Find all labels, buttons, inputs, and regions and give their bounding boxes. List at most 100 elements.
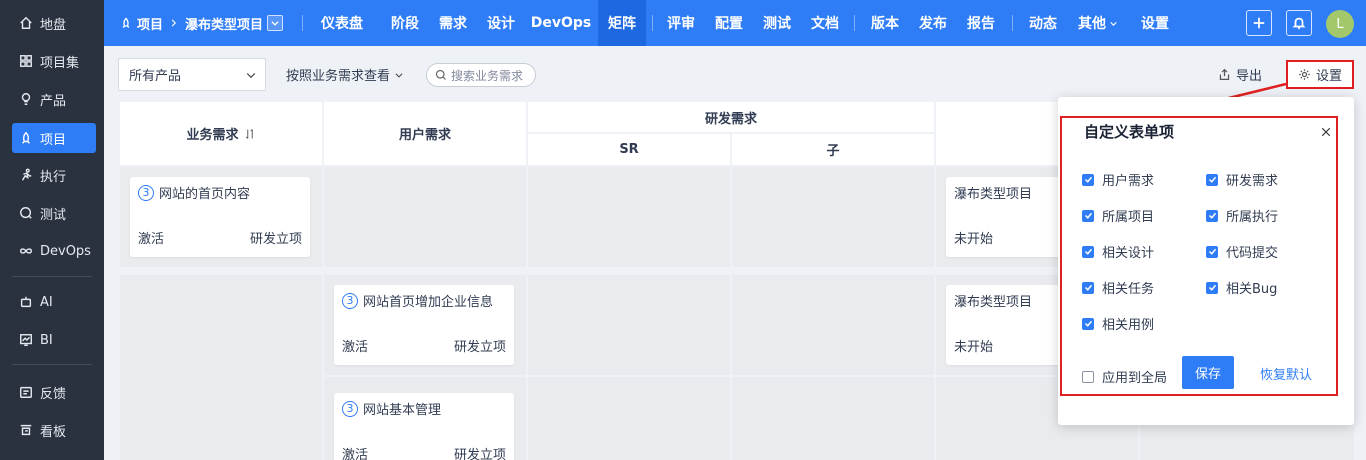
sidebar-divider	[12, 276, 92, 277]
lightbulb-icon	[18, 91, 34, 107]
option-label: 用户需求	[1102, 174, 1155, 189]
checkbox-checked-icon[interactable]	[1206, 173, 1218, 186]
sidebar-item-feedback[interactable]: 反馈	[12, 377, 96, 407]
checkbox-checked-icon[interactable]	[1206, 209, 1218, 222]
create-button[interactable]	[1246, 10, 1272, 36]
sidebar-item-label: 看板	[40, 424, 67, 440]
sort-icon[interactable]	[244, 128, 256, 140]
card-title[interactable]: 3 网站基本管理	[342, 399, 441, 418]
nav-stage[interactable]: 阶段	[386, 0, 424, 46]
card-status: 激活	[342, 340, 369, 355]
option-user-requirement[interactable]: 用户需求	[1082, 170, 1154, 189]
matrix-cell	[324, 167, 526, 267]
requirement-card[interactable]: 3 网站首页增加企业信息 激活 研发立项	[334, 285, 514, 365]
checkbox-checked-icon[interactable]	[1082, 281, 1094, 294]
view-switch-dropdown[interactable]: 按照业务需求查看	[286, 58, 404, 91]
column-header-business[interactable]: 业务需求	[120, 102, 322, 165]
nav-more[interactable]: 其他	[1072, 0, 1124, 46]
breadcrumb-project[interactable]: 瀑布类型项目	[185, 14, 263, 33]
option-case[interactable]: 相关用例	[1082, 314, 1154, 333]
card-stage: 研发立项	[249, 232, 302, 247]
option-dev-requirement[interactable]: 研发需求	[1206, 170, 1278, 189]
nav-release[interactable]: 发布	[914, 0, 952, 46]
card-title[interactable]: 瀑布类型项目	[954, 291, 1032, 310]
card-status: 未开始	[954, 232, 994, 247]
test-icon	[18, 205, 34, 221]
option-execution[interactable]: 所属执行	[1206, 206, 1278, 225]
product-select[interactable]: 所有产品	[118, 58, 266, 91]
option-commit[interactable]: 代码提交	[1206, 242, 1278, 261]
card-title[interactable]: 3 网站首页增加企业信息	[342, 291, 493, 310]
save-button[interactable]: 保存	[1182, 356, 1234, 389]
card-stage: 研发立项	[453, 340, 506, 355]
option-project[interactable]: 所属项目	[1082, 206, 1154, 225]
chevron-right-icon	[169, 18, 179, 28]
apply-global-checkbox[interactable]: 应用到全局	[1082, 367, 1167, 386]
option-task[interactable]: 相关任务	[1082, 278, 1154, 297]
breadcrumb-root[interactable]: 项目	[137, 14, 163, 33]
nav-design[interactable]: 设计	[482, 0, 520, 46]
chevron-down-icon	[271, 21, 279, 26]
kanban-icon	[18, 422, 34, 438]
checkbox-checked-icon[interactable]	[1082, 173, 1094, 186]
breadcrumb[interactable]: 项目 瀑布类型项目	[120, 0, 284, 46]
checkbox-unchecked-icon[interactable]	[1082, 370, 1094, 383]
nav-report[interactable]: 报告	[962, 0, 1000, 46]
sidebar-item-ai[interactable]: AI	[12, 287, 96, 317]
sidebar-item-label: BI	[40, 332, 53, 348]
sidebar-item-kanban[interactable]: 看板	[12, 415, 96, 445]
plus-icon	[1253, 17, 1265, 29]
option-design[interactable]: 相关设计	[1082, 242, 1154, 261]
sidebar-item-program[interactable]: 项目集	[12, 46, 96, 76]
popup-title: 自定义表单项	[1084, 123, 1175, 141]
nav-docs[interactable]: 文档	[806, 0, 844, 46]
sidebar-item-devops[interactable]: DevOps	[12, 236, 96, 266]
priority-badge: 3	[342, 400, 358, 417]
requirement-card[interactable]: 3 网站基本管理 激活 研发立项	[334, 393, 514, 460]
card-title[interactable]: 3 网站的首页内容	[138, 183, 250, 202]
checkbox-checked-icon[interactable]	[1082, 209, 1094, 222]
checkbox-checked-icon[interactable]	[1082, 245, 1094, 258]
sidebar-item-execution[interactable]: 执行	[12, 160, 96, 190]
nav-dashboard[interactable]: 仪表盘	[312, 0, 372, 46]
matrix-cell	[528, 275, 730, 375]
sidebar-item-label: 反馈	[40, 386, 67, 402]
notification-button[interactable]	[1286, 10, 1312, 36]
requirement-card[interactable]: 3 网站的首页内容 激活 研发立项	[130, 177, 310, 257]
sidebar-item-test[interactable]: 测试	[12, 198, 96, 228]
chevron-down-icon	[1109, 19, 1118, 28]
rocket-icon	[18, 130, 34, 146]
sidebar-item-dashboard[interactable]: 地盘	[12, 8, 96, 38]
reset-default-link[interactable]: 恢复默认	[1260, 364, 1312, 383]
nav-matrix[interactable]: 矩阵	[598, 0, 646, 46]
checkbox-checked-icon[interactable]	[1082, 317, 1094, 330]
avatar[interactable]: L	[1326, 10, 1354, 38]
nav-version[interactable]: 版本	[866, 0, 904, 46]
chevron-down-icon	[245, 69, 257, 85]
nav-config[interactable]: 配置	[710, 0, 748, 46]
nav-separator	[302, 15, 303, 31]
option-label: 相关Bug	[1226, 282, 1278, 297]
nav-test[interactable]: 测试	[758, 0, 796, 46]
search-input[interactable]: 搜索业务需求	[426, 63, 536, 87]
sidebar-item-project[interactable]: 项目	[12, 123, 96, 153]
checkbox-checked-icon[interactable]	[1206, 281, 1218, 294]
close-button[interactable]	[1318, 124, 1334, 140]
card-status: 未开始	[954, 340, 994, 355]
checkbox-checked-icon[interactable]	[1206, 245, 1218, 258]
chevron-down-icon	[390, 70, 404, 80]
sidebar-item-label: 项目集	[40, 55, 80, 71]
column-header-sr: SR	[528, 134, 730, 165]
feedback-icon	[18, 384, 34, 400]
nav-settings[interactable]: 设置	[1136, 0, 1174, 46]
option-bug[interactable]: 相关Bug	[1206, 278, 1277, 297]
sidebar-item-product[interactable]: 产品	[12, 84, 96, 114]
card-title[interactable]: 瀑布类型项目	[954, 183, 1032, 202]
nav-dynamic[interactable]: 动态	[1024, 0, 1062, 46]
sidebar-item-bi[interactable]: BI	[12, 325, 96, 355]
project-switch-dropdown[interactable]	[267, 15, 284, 31]
nav-requirement[interactable]: 需求	[434, 0, 472, 46]
option-label: 研发需求	[1226, 174, 1279, 189]
nav-devops[interactable]: DevOps	[530, 0, 592, 46]
nav-review[interactable]: 评审	[662, 0, 700, 46]
